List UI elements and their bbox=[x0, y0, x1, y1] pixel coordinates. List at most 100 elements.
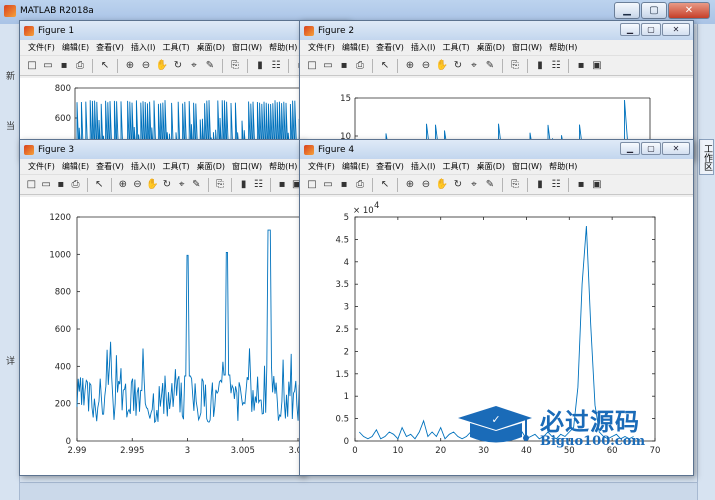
save-icon[interactable]: ▪ bbox=[57, 59, 71, 73]
menu-item[interactable]: 文件(F) bbox=[28, 161, 62, 172]
left-label-current[interactable]: 当 bbox=[6, 119, 15, 132]
minimize-button[interactable]: ▁ bbox=[620, 23, 640, 36]
pointer-icon[interactable]: ↖ bbox=[98, 59, 112, 73]
menu-item[interactable]: 编辑(E) bbox=[62, 161, 96, 172]
close-button[interactable]: ✕ bbox=[662, 142, 690, 155]
menu-item[interactable]: 编辑(E) bbox=[62, 42, 96, 53]
zoom-out-icon[interactable]: ⊖ bbox=[419, 59, 433, 73]
zoom-in-icon[interactable]: ⊕ bbox=[123, 59, 137, 73]
workspace-tab[interactable]: 工作区 bbox=[699, 139, 714, 175]
restore-button[interactable]: ▢ bbox=[641, 142, 661, 155]
menu-item[interactable]: 文件(F) bbox=[28, 42, 62, 53]
menu-item[interactable]: 桌面(D) bbox=[197, 161, 232, 172]
hide-tools-icon[interactable]: ▪ bbox=[276, 178, 289, 192]
zoom-out-icon[interactable]: ⊖ bbox=[139, 59, 153, 73]
link-plot-icon[interactable]: ⎘ bbox=[214, 178, 227, 192]
legend-icon[interactable]: ☷ bbox=[549, 178, 563, 192]
menu-item[interactable]: 工具(T) bbox=[442, 42, 476, 53]
hide-tools-icon[interactable]: ▪ bbox=[574, 178, 588, 192]
menu-item[interactable]: 工具(T) bbox=[162, 161, 196, 172]
menu-item[interactable]: 帮助(H) bbox=[549, 161, 584, 172]
rotate-icon[interactable]: ↻ bbox=[451, 59, 465, 73]
pan-icon[interactable]: ✋ bbox=[435, 178, 449, 192]
open-icon[interactable]: ▭ bbox=[41, 59, 55, 73]
menu-item[interactable]: 帮助(H) bbox=[549, 42, 584, 53]
link-plot-icon[interactable]: ⎘ bbox=[228, 59, 242, 73]
open-icon[interactable]: ▭ bbox=[321, 178, 335, 192]
zoom-in-icon[interactable]: ⊕ bbox=[116, 178, 129, 192]
rotate-icon[interactable]: ↻ bbox=[171, 59, 185, 73]
menu-item[interactable]: 工具(T) bbox=[442, 161, 476, 172]
menu-item[interactable]: 查看(V) bbox=[96, 42, 131, 53]
data-cursor-icon[interactable]: ⌖ bbox=[175, 178, 188, 192]
menu-item[interactable]: 桌面(D) bbox=[477, 161, 512, 172]
menu-item[interactable]: 桌面(D) bbox=[477, 42, 512, 53]
colorbar-icon[interactable]: ▮ bbox=[533, 59, 547, 73]
print-icon[interactable]: ⎙ bbox=[73, 59, 87, 73]
menu-item[interactable]: 窗口(W) bbox=[232, 42, 269, 53]
print-icon[interactable]: ⎙ bbox=[353, 59, 367, 73]
print-icon[interactable]: ⎙ bbox=[69, 178, 82, 192]
colorbar-icon[interactable]: ▮ bbox=[533, 178, 547, 192]
save-icon[interactable]: ▪ bbox=[337, 178, 351, 192]
data-cursor-icon[interactable]: ⌖ bbox=[467, 59, 481, 73]
save-icon[interactable]: ▪ bbox=[54, 178, 67, 192]
figure-3-window[interactable]: Figure 3 文件(F) 编辑(E) 查看(V) 插入(I) 工具(T) 桌面(D) 窗… bbox=[19, 139, 304, 476]
colorbar-icon[interactable]: ▮ bbox=[253, 59, 267, 73]
brush-icon[interactable]: ✎ bbox=[483, 59, 497, 73]
plot-canvas[interactable]: 0200400600800100012002.992.99533.0053.01 bbox=[20, 197, 303, 475]
figure-title-bar[interactable]: Figure 4 ▁ ▢ ✕ bbox=[300, 140, 693, 159]
zoom-in-icon[interactable]: ⊕ bbox=[403, 59, 417, 73]
brush-icon[interactable]: ✎ bbox=[483, 178, 497, 192]
legend-icon[interactable]: ☷ bbox=[269, 59, 283, 73]
data-cursor-icon[interactable]: ⌖ bbox=[187, 59, 201, 73]
figure-title-bar[interactable]: Figure 2 ▁ ▢ ✕ bbox=[300, 21, 693, 40]
brush-icon[interactable]: ✎ bbox=[203, 59, 217, 73]
left-label-new[interactable]: 新 bbox=[6, 69, 15, 82]
show-tools-icon[interactable]: ▣ bbox=[590, 59, 604, 73]
legend-icon[interactable]: ☷ bbox=[252, 178, 265, 192]
new-figure-icon[interactable]: □ bbox=[305, 59, 319, 73]
new-figure-icon[interactable]: □ bbox=[25, 178, 38, 192]
menu-item[interactable]: 编辑(E) bbox=[342, 161, 376, 172]
menu-item[interactable]: 编辑(E) bbox=[342, 42, 376, 53]
rotate-icon[interactable]: ↻ bbox=[161, 178, 174, 192]
menu-item[interactable]: 插入(I) bbox=[411, 42, 443, 53]
open-icon[interactable]: ▭ bbox=[321, 59, 335, 73]
figure-title-bar[interactable]: Figure 3 bbox=[20, 140, 303, 159]
menu-item[interactable]: 查看(V) bbox=[96, 161, 131, 172]
menu-item[interactable]: 文件(F) bbox=[308, 42, 342, 53]
left-label-details[interactable]: 详 bbox=[6, 354, 15, 367]
pan-icon[interactable]: ✋ bbox=[146, 178, 159, 192]
menu-item[interactable]: 查看(V) bbox=[376, 161, 411, 172]
menu-item[interactable]: 插入(I) bbox=[131, 161, 163, 172]
menu-item[interactable]: 桌面(D) bbox=[197, 42, 232, 53]
print-icon[interactable]: ⎙ bbox=[353, 178, 367, 192]
zoom-out-icon[interactable]: ⊖ bbox=[419, 178, 433, 192]
minimize-button[interactable]: ▁ bbox=[620, 142, 640, 155]
zoom-in-icon[interactable]: ⊕ bbox=[403, 178, 417, 192]
menu-item[interactable]: 窗口(W) bbox=[512, 42, 549, 53]
close-button[interactable]: ✕ bbox=[668, 2, 710, 19]
pointer-icon[interactable]: ↖ bbox=[378, 178, 392, 192]
zoom-out-icon[interactable]: ⊖ bbox=[131, 178, 144, 192]
rotate-icon[interactable]: ↻ bbox=[451, 178, 465, 192]
legend-icon[interactable]: ☷ bbox=[549, 59, 563, 73]
restore-button[interactable]: ▢ bbox=[641, 23, 661, 36]
pan-icon[interactable]: ✋ bbox=[435, 59, 449, 73]
menu-item[interactable]: 文件(F) bbox=[308, 161, 342, 172]
link-plot-icon[interactable]: ⎘ bbox=[508, 178, 522, 192]
pointer-icon[interactable]: ↖ bbox=[378, 59, 392, 73]
menu-item[interactable]: 插入(I) bbox=[411, 161, 443, 172]
restore-button[interactable]: ▢ bbox=[641, 2, 667, 19]
colorbar-icon[interactable]: ▮ bbox=[237, 178, 250, 192]
new-figure-icon[interactable]: □ bbox=[25, 59, 39, 73]
pan-icon[interactable]: ✋ bbox=[155, 59, 169, 73]
minimize-button[interactable]: ▁ bbox=[614, 2, 640, 19]
menu-item[interactable]: 工具(T) bbox=[162, 42, 196, 53]
save-icon[interactable]: ▪ bbox=[337, 59, 351, 73]
show-tools-icon[interactable]: ▣ bbox=[590, 178, 604, 192]
link-plot-icon[interactable]: ⎘ bbox=[508, 59, 522, 73]
pointer-icon[interactable]: ↖ bbox=[93, 178, 106, 192]
hide-tools-icon[interactable]: ▪ bbox=[574, 59, 588, 73]
